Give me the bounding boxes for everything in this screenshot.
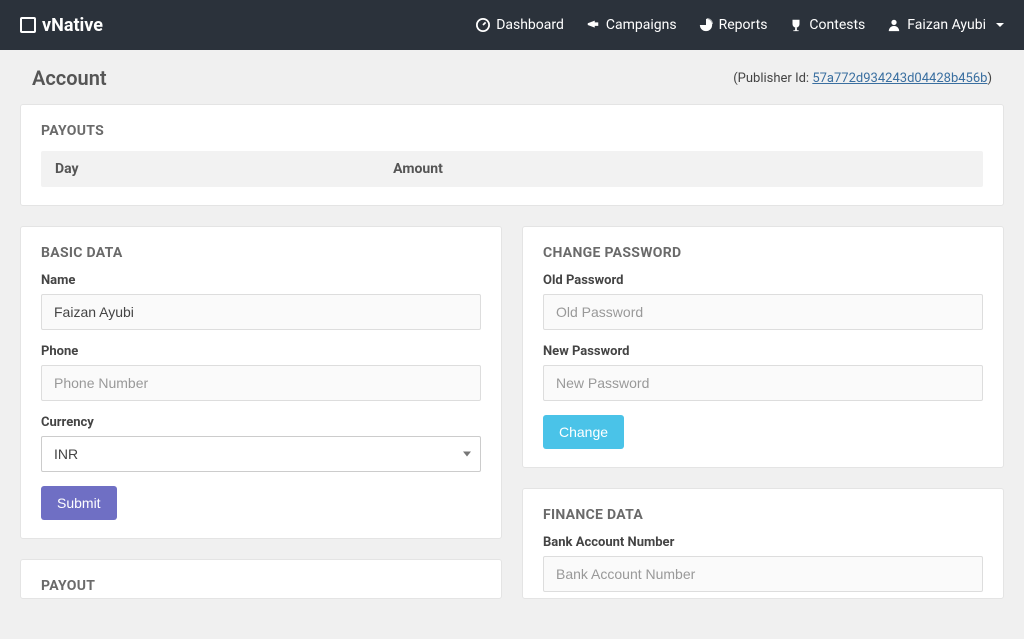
nav-campaigns-label: Campaigns [606, 17, 677, 33]
nav-contests[interactable]: Contests [789, 17, 865, 33]
publisher-id: (Publisher Id: 57a772d934243d04428b456b) [733, 71, 992, 86]
pie-chart-icon [699, 18, 713, 32]
old-password-group: Old Password [543, 273, 983, 330]
brand[interactable]: vNative [20, 15, 103, 36]
bullhorn-icon [586, 18, 600, 32]
basic-data-title: BASIC DATA [41, 245, 481, 261]
nav-user[interactable]: Faizan Ayubi [887, 17, 1004, 33]
payouts-table-head: Day Amount [41, 151, 983, 187]
currency-select-wrap: INR [41, 436, 481, 472]
basic-data-panel: BASIC DATA Name Phone Currency INR [20, 226, 502, 539]
name-label: Name [41, 273, 481, 288]
nav-campaigns[interactable]: Campaigns [586, 17, 677, 33]
name-input[interactable] [41, 294, 481, 330]
brand-icon [20, 17, 36, 33]
currency-select[interactable]: INR [41, 436, 481, 472]
old-password-label: Old Password [543, 273, 983, 288]
user-icon [887, 18, 901, 32]
submit-button[interactable]: Submit [41, 486, 117, 520]
chevron-down-icon [996, 23, 1004, 27]
change-button[interactable]: Change [543, 415, 624, 449]
trophy-icon [789, 18, 803, 32]
container: Account (Publisher Id: 57a772d934243d044… [0, 50, 1024, 639]
publisher-id-label: (Publisher Id: [733, 71, 812, 86]
left-column: BASIC DATA Name Phone Currency INR [20, 226, 502, 619]
currency-label: Currency [41, 415, 481, 430]
currency-group: Currency INR [41, 415, 481, 472]
publisher-id-link[interactable]: 57a772d934243d04428b456b [812, 71, 987, 86]
new-password-input[interactable] [543, 365, 983, 401]
nav-reports-label: Reports [719, 17, 768, 33]
navbar: vNative Dashboard Campaigns Reports Cont… [0, 0, 1024, 50]
payout-title: PAYOUT [41, 578, 481, 594]
bank-label: Bank Account Number [543, 535, 983, 550]
phone-group: Phone [41, 344, 481, 401]
nav-reports[interactable]: Reports [699, 17, 768, 33]
new-password-group: New Password [543, 344, 983, 401]
payouts-col-day: Day [55, 161, 393, 177]
payout-panel: PAYOUT [20, 559, 502, 599]
bank-input[interactable] [543, 556, 983, 592]
nav-contests-label: Contests [809, 17, 865, 33]
nav-user-label: Faizan Ayubi [907, 17, 986, 33]
nav-dashboard[interactable]: Dashboard [476, 17, 564, 33]
publisher-id-close: ) [987, 71, 992, 86]
dashboard-icon [476, 18, 490, 32]
change-password-title: CHANGE PASSWORD [543, 245, 983, 261]
nav-items: Dashboard Campaigns Reports Contests Fai… [476, 17, 1004, 33]
old-password-input[interactable] [543, 294, 983, 330]
name-group: Name [41, 273, 481, 330]
nav-dashboard-label: Dashboard [496, 17, 564, 33]
content-columns: BASIC DATA Name Phone Currency INR [20, 226, 1004, 619]
right-column: CHANGE PASSWORD Old Password New Passwor… [522, 226, 1004, 619]
change-password-panel: CHANGE PASSWORD Old Password New Passwor… [522, 226, 1004, 468]
finance-data-title: FINANCE DATA [543, 507, 983, 523]
page-title: Account [32, 66, 107, 90]
header-row: Account (Publisher Id: 57a772d934243d044… [32, 66, 992, 90]
finance-data-panel: FINANCE DATA Bank Account Number [522, 488, 1004, 599]
phone-label: Phone [41, 344, 481, 359]
payouts-col-amount: Amount [393, 161, 969, 177]
payouts-title: PAYOUTS [41, 123, 983, 139]
phone-input[interactable] [41, 365, 481, 401]
payouts-panel: PAYOUTS Day Amount [20, 104, 1004, 206]
bank-group: Bank Account Number [543, 535, 983, 592]
brand-text: vNative [42, 15, 103, 36]
new-password-label: New Password [543, 344, 983, 359]
